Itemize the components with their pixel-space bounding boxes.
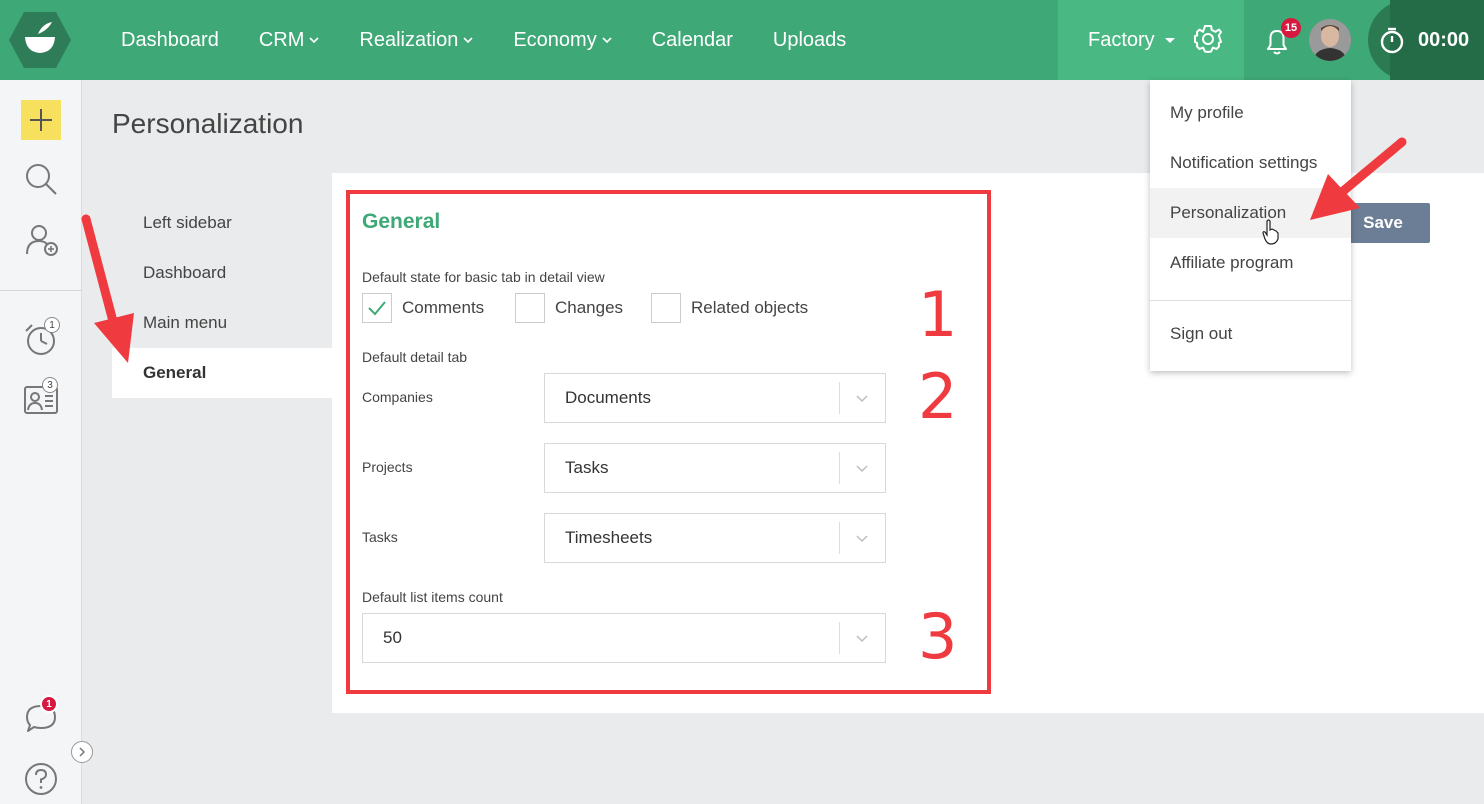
menu-item-my-profile[interactable]: My profile [1150,88,1351,138]
help-icon[interactable] [23,761,59,797]
menu-item-notification-settings[interactable]: Notification settings [1150,138,1351,188]
add-button[interactable] [21,100,61,140]
chat-badge: 1 [40,695,58,713]
search-icon[interactable] [23,161,59,197]
caret-down-icon [1164,37,1175,43]
subnav-item-left-sidebar[interactable]: Left sidebar [112,198,332,248]
expand-sidebar-button[interactable] [71,741,93,763]
reminders-badge: 1 [44,317,60,333]
annotation-number-2: 2 [918,360,958,433]
nav-realization[interactable]: Realization [359,29,473,52]
annotation-number-1: 1 [918,278,958,351]
sidebar-divider [0,290,82,291]
highlight-frame [346,190,991,694]
top-bar: Dashboard CRM Realization Economy Calend… [0,0,1484,80]
save-button-label: Save [1363,213,1403,232]
menu-item-affiliate-program[interactable]: Affiliate program [1150,238,1351,288]
menu-item-personalization[interactable]: Personalization [1150,188,1351,238]
subnav-item-dashboard[interactable]: Dashboard [112,248,332,298]
user-menu: My profile Notification settings Persona… [1150,80,1351,371]
settings-subnav: Left sidebar Dashboard Main menu General [112,198,332,398]
subnav-item-main-menu[interactable]: Main menu [112,298,332,348]
contacts-badge: 3 [42,377,58,393]
add-contact-icon[interactable] [24,222,60,258]
nav-economy[interactable]: Economy [513,29,612,52]
user-photo [1309,19,1351,61]
annotation-number-3: 3 [918,600,958,673]
gear-icon[interactable] [1192,23,1224,55]
nav-uploads[interactable]: Uploads [773,29,846,52]
subnav-item-general[interactable]: General [112,348,332,398]
logo-icon[interactable] [8,10,72,70]
plus-icon [30,109,52,131]
timer-value[interactable]: 00:00 [1418,0,1469,80]
page-title: Personalization [112,108,304,139]
main-nav: Dashboard CRM Realization Economy Calend… [121,0,886,80]
menu-divider [1150,300,1351,301]
chevron-down-icon [463,37,473,44]
notification-badge: 15 [1281,18,1301,38]
menu-item-sign-out[interactable]: Sign out [1150,309,1351,359]
nav-dashboard[interactable]: Dashboard [121,29,219,52]
workspace-selector[interactable]: Factory [1088,0,1175,80]
nav-crm[interactable]: CRM [259,29,320,52]
chevron-down-icon [309,37,319,44]
nav-calendar[interactable]: Calendar [652,29,733,52]
stopwatch-icon[interactable] [1376,24,1408,56]
chevron-down-icon [602,37,612,44]
avatar[interactable] [1309,19,1351,61]
chevron-right-icon [79,747,86,757]
